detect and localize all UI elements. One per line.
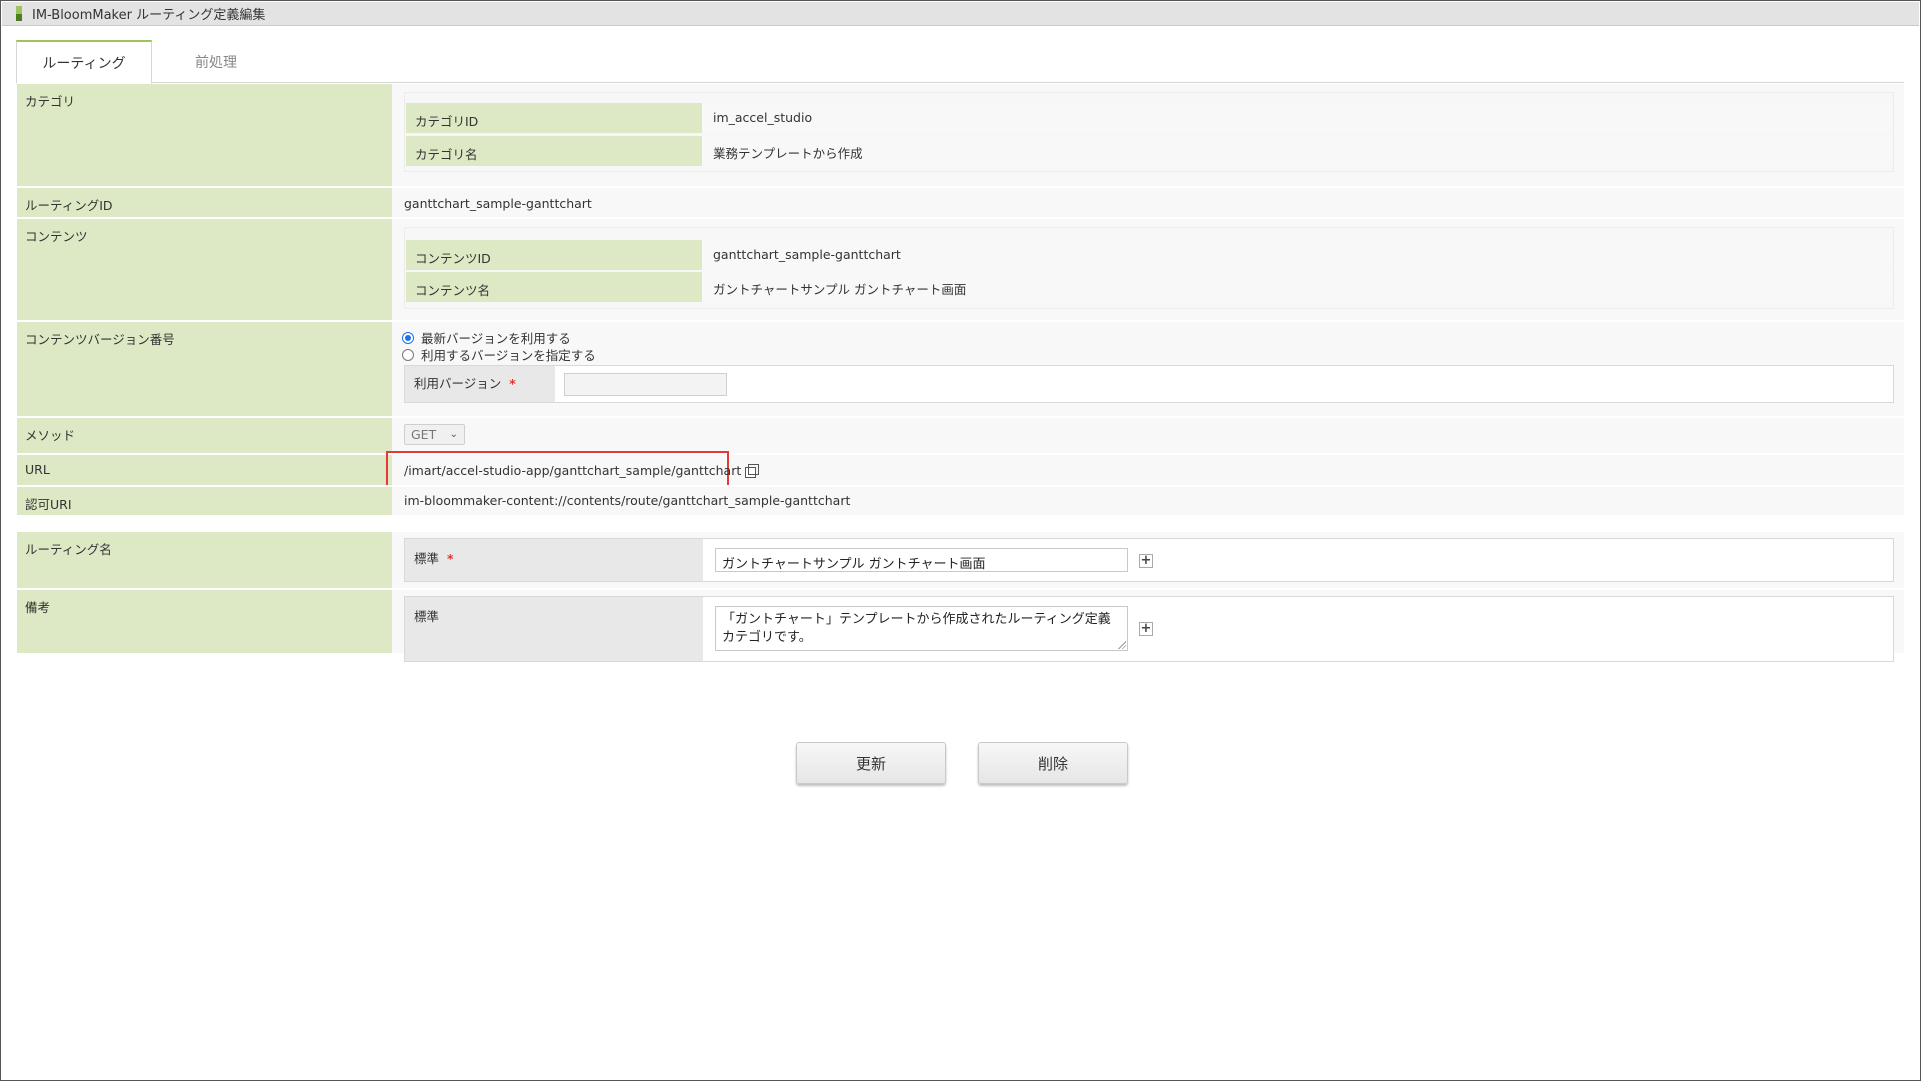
contents-name-value: ガントチャートサンプル ガントチャート画面	[702, 272, 1892, 302]
remarks-row: 備考 標準 「ガントチャート」テンプレートから作成されたルーティング定義カテゴリ…	[17, 588, 1904, 662]
category-table: カテゴリID im_accel_studio カテゴリ名 業務テンプレートから作…	[404, 92, 1894, 172]
add-locale-button[interactable]: +	[1139, 554, 1153, 568]
version-specify-option[interactable]: 利用するバージョンを指定する	[402, 345, 596, 364]
resize-handle-icon[interactable]	[1118, 641, 1126, 649]
routing-name-input[interactable]: ガントチャートサンプル ガントチャート画面	[715, 548, 1128, 572]
method-row: メソッド GET ⌄	[17, 416, 1904, 453]
category-id-value: im_accel_studio	[702, 103, 1892, 133]
auth-uri-row: 認可URI im-bloommaker-content://contents/r…	[17, 485, 1904, 515]
contents-id-label: コンテンツID	[406, 240, 702, 270]
title-bar: IM-BloomMaker ルーティング定義編集	[2, 2, 1919, 26]
category-name-label: カテゴリ名	[406, 136, 702, 166]
use-version-box: 利用バージョン *	[404, 365, 1894, 403]
routing-name-locale-label: 標準	[414, 551, 440, 566]
url-value: /imart/accel-studio-app/ganttchart_sampl…	[404, 463, 760, 478]
version-row: コンテンツバージョン番号 最新バージョンを利用する 利用するバージョンを指定する…	[17, 320, 1904, 416]
remarks-label: 備考	[17, 590, 392, 653]
chevron-down-icon: ⌄	[449, 429, 458, 440]
contents-label: コンテンツ	[17, 219, 392, 320]
window-title: IM-BloomMaker ルーティング定義編集	[32, 8, 266, 23]
app-icon	[16, 6, 22, 21]
contents-id-row: コンテンツID ganttchart_sample-ganttchart	[406, 240, 1892, 270]
auth-uri-label: 認可URI	[17, 487, 392, 515]
contents-name-row: コンテンツ名 ガントチャートサンプル ガントチャート画面	[406, 272, 1892, 302]
window-frame: IM-BloomMaker ルーティング定義編集 ルーティング 前処理 カテゴリ…	[0, 0, 1921, 1081]
remarks-textarea[interactable]: 「ガントチャート」テンプレートから作成されたルーティング定義カテゴリです。	[715, 606, 1128, 651]
required-mark: *	[509, 376, 516, 391]
category-id-label: カテゴリID	[406, 103, 702, 133]
category-name-value: 業務テンプレートから作成	[702, 136, 1892, 166]
version-specify-radio[interactable]	[402, 348, 414, 361]
auth-uri-value: im-bloommaker-content://contents/route/g…	[404, 493, 851, 508]
version-latest-radio[interactable]	[402, 331, 414, 344]
contents-table: コンテンツID ganttchart_sample-ganttchart コンテ…	[404, 227, 1894, 309]
routing-name-label: ルーティング名	[17, 532, 392, 588]
contents-row: コンテンツ コンテンツID ganttchart_sample-ganttcha…	[17, 217, 1904, 320]
method-select[interactable]: GET ⌄	[404, 424, 465, 445]
remarks-box: 標準 「ガントチャート」テンプレートから作成されたルーティング定義カテゴリです。…	[404, 596, 1894, 662]
category-name-row: カテゴリ名 業務テンプレートから作成	[406, 136, 1892, 166]
routing-name-box: 標準 * ガントチャートサンプル ガントチャート画面 +	[404, 538, 1894, 582]
method-value: GET	[411, 427, 437, 442]
use-version-input[interactable]	[564, 373, 727, 396]
url-label: URL	[17, 455, 392, 485]
version-specify-label: 利用するバージョンを指定する	[421, 348, 596, 363]
category-id-row: カテゴリID im_accel_studio	[406, 103, 1892, 133]
contents-name-label: コンテンツ名	[406, 272, 702, 302]
method-label: メソッド	[17, 418, 392, 453]
remarks-locale-label: 標準	[405, 597, 703, 661]
tab-routing[interactable]: ルーティング	[16, 40, 152, 84]
tab-bar: ルーティング 前処理	[16, 40, 1904, 84]
tab-preprocess[interactable]: 前処理	[168, 40, 264, 83]
use-version-label: 利用バージョン	[414, 376, 502, 391]
delete-button[interactable]: 削除	[978, 742, 1128, 784]
routing-id-value: ganttchart_sample-ganttchart	[404, 196, 592, 211]
routing-id-label: ルーティングID	[17, 188, 392, 217]
category-row: カテゴリ カテゴリID im_accel_studio カテゴリ名 業務テンプレ…	[17, 84, 1904, 186]
update-button[interactable]: 更新	[796, 742, 946, 784]
required-mark: *	[447, 551, 454, 566]
remarks-text: 「ガントチャート」テンプレートから作成されたルーティング定義カテゴリです。	[722, 612, 1111, 645]
contents-id-value: ganttchart_sample-ganttchart	[702, 240, 1892, 270]
url-row: URL /imart/accel-studio-app/ganttchart_s…	[17, 451, 1904, 489]
routing-id-row: ルーティングID ganttchart_sample-ganttchart	[17, 186, 1904, 217]
url-text: /imart/accel-studio-app/ganttchart_sampl…	[404, 463, 742, 478]
copy-icon[interactable]	[745, 464, 760, 478]
routing-name-row: ルーティング名 標準 * ガントチャートサンプル ガントチャート画面 +	[17, 532, 1904, 588]
add-locale-button[interactable]: +	[1139, 622, 1153, 636]
version-label: コンテンツバージョン番号	[17, 322, 392, 416]
category-label: カテゴリ	[17, 84, 392, 186]
